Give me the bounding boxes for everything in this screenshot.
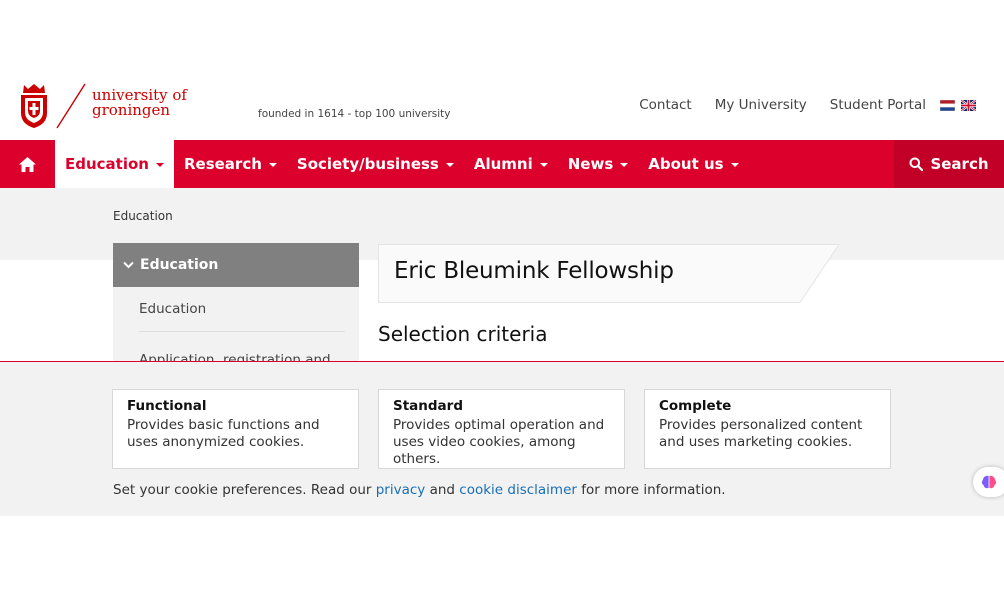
cookie-option-standard[interactable]: Standard Provides optimal operation and … (378, 389, 625, 469)
home-icon (19, 156, 36, 172)
logo-line-2: groningen (92, 101, 171, 119)
page-title: Eric Bleumink Fellowship (394, 258, 674, 284)
home-button[interactable] (0, 140, 55, 188)
sidebar-item-education[interactable]: Education (139, 287, 345, 332)
chevron-down-icon (445, 163, 454, 167)
nav-research[interactable]: Research (174, 140, 287, 188)
nav-alumni[interactable]: Alumni (464, 140, 558, 188)
card-title: Complete (659, 398, 732, 414)
card-description: Provides personalized content and uses m… (659, 417, 863, 450)
uk-flag-icon[interactable] (961, 99, 976, 111)
contact-link[interactable]: Contact (639, 97, 692, 113)
nav-about-us[interactable]: About us (638, 140, 748, 188)
chevron-down-icon (123, 261, 134, 269)
nav-society-business[interactable]: Society/business (287, 140, 464, 188)
main-nav: Education Research Society/business Alum… (0, 140, 1004, 188)
assistant-widget-button[interactable] (973, 467, 1004, 497)
search-button[interactable]: Search (894, 140, 1004, 188)
card-title: Standard (393, 398, 463, 414)
chevron-down-icon (730, 163, 739, 167)
chevron-down-icon (620, 163, 629, 167)
cookie-option-complete[interactable]: Complete Provides personalized content a… (644, 389, 891, 469)
privacy-link[interactable]: privacy (376, 482, 426, 498)
nav-news[interactable]: News (558, 140, 639, 188)
tagline: founded in 1614 - top 100 university (258, 108, 451, 120)
cookie-option-functional[interactable]: Functional Provides basic functions and … (112, 389, 359, 469)
nl-flag-icon[interactable] (940, 99, 955, 111)
sidebar: Education Education Application, registr… (113, 243, 359, 361)
page-title-box: Eric Bleumink Fellowship (378, 244, 840, 303)
university-logo[interactable]: university of groningen (18, 82, 187, 130)
sidebar-item-application[interactable]: Application, registration and (139, 332, 345, 361)
nav-education[interactable]: Education (55, 140, 174, 188)
section-heading: Selection criteria (378, 322, 548, 346)
student-portal-link[interactable]: Student Portal (830, 97, 926, 113)
chevron-down-icon (539, 163, 548, 167)
card-description: Provides basic functions and uses anonym… (127, 417, 320, 450)
my-university-link[interactable]: My University (715, 97, 807, 113)
crest-icon (21, 84, 47, 128)
search-icon (909, 157, 924, 171)
cookie-banner: Functional Provides basic functions and … (0, 361, 1004, 516)
sidebar-heading[interactable]: Education (113, 243, 359, 287)
top-links: Contact My University Student Portal (616, 97, 976, 113)
site-header: university of groningen founded in 1614 … (0, 70, 1004, 140)
cookie-note: Set your cookie preferences. Read our pr… (113, 482, 726, 498)
card-description: Provides optimal operation and uses vide… (393, 417, 605, 467)
chevron-down-icon (268, 163, 277, 167)
cookie-disclaimer-link[interactable]: cookie disclaimer (459, 482, 577, 498)
chevron-down-icon (155, 163, 164, 167)
brain-icon (981, 475, 997, 489)
breadcrumb[interactable]: Education (113, 209, 173, 223)
logo-divider-icon (56, 83, 86, 129)
card-title: Functional (127, 398, 207, 414)
